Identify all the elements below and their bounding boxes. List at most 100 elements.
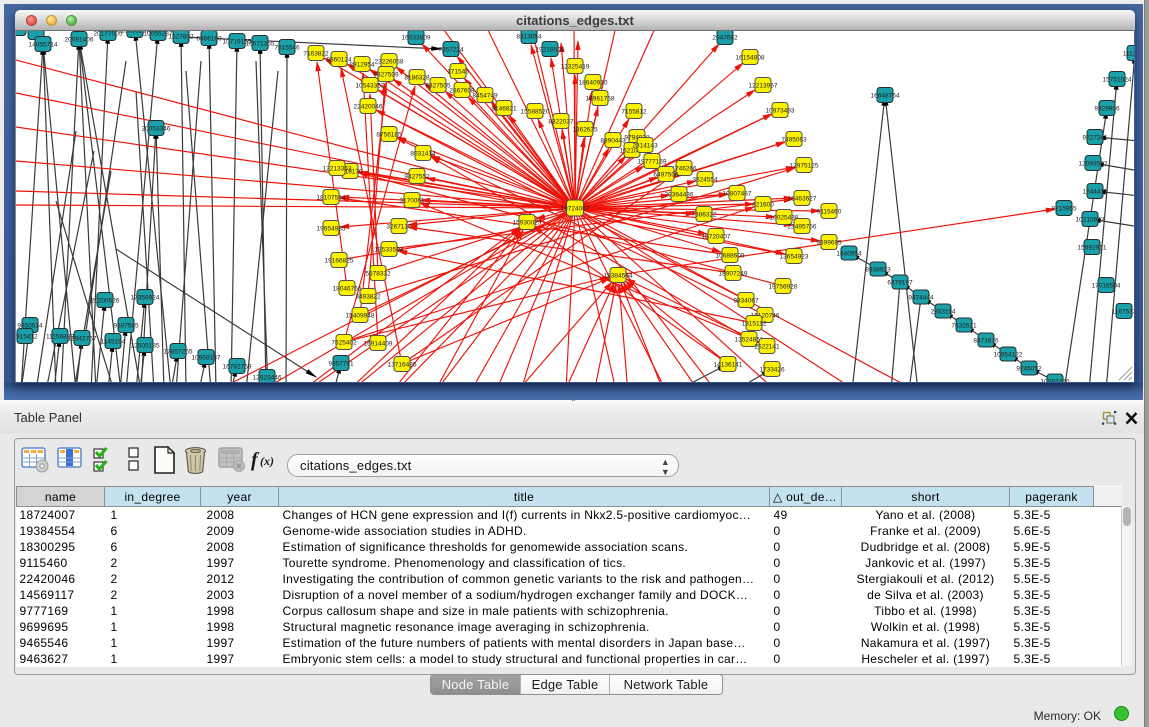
svg-text:19384554: 19384554 [604,273,633,280]
svg-text:10210643: 10210643 [1076,217,1105,224]
svg-text:5578332: 5578332 [365,271,391,278]
svg-text:23495756: 23495756 [788,224,817,231]
svg-text:9327509: 9327509 [373,72,399,79]
svg-text:8471676: 8471676 [973,338,999,345]
svg-text:18046766: 18046766 [333,286,362,293]
svg-text:16914409: 16914409 [364,341,393,348]
svg-text:7155812: 7155812 [621,109,647,116]
svg-text:10654122: 10654122 [994,352,1023,359]
svg-text:1362635: 1362635 [572,127,598,134]
svg-text:7625402: 7625402 [331,340,357,347]
svg-text:9474444: 9474444 [908,295,934,302]
svg-text:19756928: 19756928 [769,284,798,291]
svg-text:2933114: 2933114 [931,309,956,316]
svg-text:1167533: 1167533 [1112,309,1134,316]
svg-text:8186328: 8186328 [404,75,430,82]
svg-text:20053346: 20053346 [142,126,171,133]
svg-text:16961758: 16961758 [586,96,615,103]
svg-text:9857791: 9857791 [328,361,354,368]
svg-text:17359924: 17359924 [131,295,160,302]
svg-text:10973493: 10973493 [766,108,795,115]
svg-text:10807487: 10807487 [723,191,752,198]
svg-text:9245052: 9245052 [1016,366,1042,373]
svg-text:12505185: 12505185 [131,343,160,350]
svg-text:7357224: 7357224 [438,47,464,54]
svg-text:10688609: 10688609 [716,253,745,260]
svg-text:6497506: 6497506 [653,172,679,179]
svg-text:1112745: 1112745 [1123,51,1134,58]
svg-text:13654923: 13654923 [780,254,809,261]
svg-text:18907249: 18907249 [719,271,748,278]
svg-text:3170061: 3170061 [399,198,425,205]
svg-text:16782759: 16782759 [223,364,252,371]
svg-text:16648764: 16648764 [871,93,900,100]
svg-text:18724007: 18724007 [561,206,590,213]
svg-text:13716485: 13716485 [388,362,417,369]
svg-text:8938923: 8938923 [865,267,891,274]
svg-text:15930023: 15930023 [513,220,542,227]
svg-text:8990443: 8990443 [600,138,626,145]
svg-text:9699695: 9699695 [816,240,842,247]
svg-text:18640910: 18640910 [579,80,608,87]
svg-text:10543362: 10543362 [356,83,385,90]
svg-text:621600: 621600 [752,202,774,209]
svg-text:171546: 171546 [447,69,469,76]
svg-text:12093582: 12093582 [1079,161,1108,168]
svg-text:9146821: 9146821 [491,106,517,113]
svg-text:14136141: 14136141 [714,362,743,369]
svg-text:23226058: 23226058 [375,59,404,66]
svg-text:3915412: 3915412 [16,334,38,341]
svg-text:9227341: 9227341 [1082,135,1108,142]
svg-text:12213363: 12213363 [323,166,352,173]
svg-text:13533594: 13533594 [375,247,404,254]
svg-text:3493822: 3493822 [355,294,381,301]
svg-text:2522141: 2522141 [754,344,780,351]
svg-text:12923446: 12923446 [253,375,282,382]
svg-text:10958187: 10958187 [192,355,221,362]
svg-text:20091406: 20091406 [65,37,94,44]
svg-text:6879197: 6879197 [887,280,913,287]
svg-text:19654985: 19654985 [317,226,346,233]
svg-text:8660124: 8660124 [326,57,352,64]
svg-text:19777169: 19777169 [638,159,667,166]
svg-text:(x): (x) [260,454,274,468]
svg-text:16671355: 16671355 [246,41,275,48]
svg-text:14055714: 14055714 [29,42,58,49]
svg-text:8454749: 8454749 [472,93,498,100]
svg-text:2047682: 2047682 [712,35,738,42]
svg-text:16154808: 16154808 [736,55,765,62]
svg-text:3624554: 3624554 [692,177,718,184]
svg-text:17857255: 17857255 [164,349,193,356]
svg-text:8912954: 8912954 [349,62,375,69]
svg-text:2867608: 2867608 [449,88,475,95]
svg-text:12942757: 12942757 [68,336,97,343]
svg-text:20200526: 20200526 [91,298,120,305]
svg-text:7485063: 7485063 [781,137,807,144]
svg-text:8813054: 8813054 [516,34,542,41]
svg-text:15692951: 15692951 [1078,245,1107,252]
svg-text:18107554: 18107554 [317,195,346,202]
svg-text:9329906: 9329906 [1094,106,1120,113]
svg-text:12975125: 12975125 [790,163,819,170]
svg-text:7386322: 7386322 [691,212,717,219]
svg-text:1145194: 1145194 [101,339,126,346]
svg-text:6466160: 6466160 [196,36,222,43]
svg-text:20177005: 20177005 [94,31,123,38]
svg-text:1640954: 1640954 [836,251,862,258]
svg-text:22420046: 22420046 [354,104,383,111]
svg-text:8756185: 8756185 [376,132,402,139]
svg-text:12213967: 12213967 [749,83,778,90]
svg-text:15720407: 15720407 [702,234,731,241]
svg-text:12325419: 12325419 [561,64,590,71]
svg-text:10097450: 10097450 [1041,379,1070,383]
svg-text:19166825: 19166825 [325,258,354,265]
svg-text:8031414: 8031414 [410,151,436,158]
svg-text:1815112: 1815112 [742,321,767,328]
svg-text:16033809: 16033809 [402,35,431,42]
svg-text:7632621: 7632621 [951,323,977,330]
svg-text:19218506: 19218506 [536,47,565,54]
svg-text:9327505: 9327505 [425,83,451,90]
svg-text:1733426: 1733426 [759,367,785,374]
svg-text:3267130: 3267130 [386,224,412,231]
svg-text:15588520: 15588520 [521,109,550,116]
